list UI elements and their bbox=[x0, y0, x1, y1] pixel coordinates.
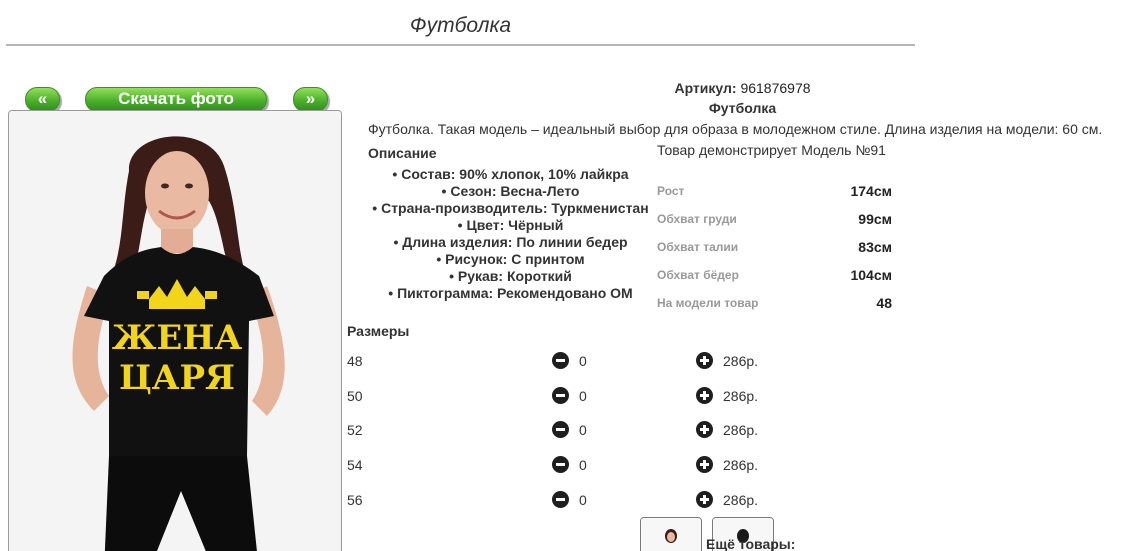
next-photo-button[interactable]: » bbox=[293, 87, 328, 112]
minus-icon[interactable] bbox=[552, 491, 569, 508]
product-photo[interactable]: ЖЕНА ЦАРЯ bbox=[8, 110, 342, 551]
minus-icon[interactable] bbox=[552, 387, 569, 404]
plus-icon[interactable] bbox=[696, 456, 713, 473]
measurement-label: Обхват бёдер bbox=[657, 268, 739, 282]
measurement-row: Обхват груди 99см bbox=[657, 208, 897, 236]
size-row: 48 0 286р. bbox=[347, 351, 807, 373]
size-quantity: 0 bbox=[579, 457, 587, 473]
measurement-value: 83см bbox=[858, 239, 892, 255]
size-number: 50 bbox=[347, 388, 363, 404]
model-illustration: ЖЕНА ЦАРЯ bbox=[9, 111, 341, 551]
size-row: 56 0 286р. bbox=[347, 490, 807, 512]
measurement-label: На модели товар bbox=[657, 296, 759, 310]
size-row: 54 0 286р. bbox=[347, 455, 807, 477]
detail-item: Рисунок: С принтом bbox=[368, 251, 653, 268]
measurement-row: На модели товар 48 bbox=[657, 292, 897, 320]
description-heading: Описание bbox=[368, 145, 437, 161]
print-text-line2: ЦАРЯ bbox=[119, 358, 235, 398]
plus-icon[interactable] bbox=[696, 352, 713, 369]
article-number: 961876978 bbox=[740, 80, 811, 96]
measurement-value: 104см bbox=[850, 267, 892, 283]
detail-item: Рукав: Короткий bbox=[368, 268, 653, 285]
size-number: 56 bbox=[347, 492, 363, 508]
size-row: 52 0 286р. bbox=[347, 420, 807, 442]
product-page: Футболка « Скачать фото » ЖЕНА ЦАРЯ Арти… bbox=[0, 0, 1126, 551]
print-text-line1: ЖЕНА bbox=[112, 318, 243, 358]
more-products-heading: Ещё товары: bbox=[706, 536, 796, 551]
size-number: 54 bbox=[347, 457, 363, 473]
measurement-row: Рост 174см bbox=[657, 180, 897, 208]
page-title: Футболка bbox=[409, 14, 512, 37]
detail-item: Цвет: Чёрный bbox=[368, 217, 653, 234]
size-quantity: 0 bbox=[579, 422, 587, 438]
measurement-value: 99см bbox=[858, 211, 892, 227]
measurement-value: 174см bbox=[850, 183, 892, 199]
prev-photo-button[interactable]: « bbox=[25, 87, 60, 112]
measurement-label: Рост bbox=[657, 184, 685, 198]
measurement-row: Обхват бёдер 104см bbox=[657, 264, 897, 292]
plus-icon[interactable] bbox=[696, 421, 713, 438]
download-photo-button[interactable]: Скачать фото bbox=[85, 87, 267, 112]
measurement-label: Обхват талии bbox=[657, 240, 739, 254]
size-quantity: 0 bbox=[579, 388, 587, 404]
thumbnail-image bbox=[641, 518, 701, 551]
sizes-heading: Размеры bbox=[347, 323, 410, 339]
product-description: Футболка. Такая модель – идеальный выбор… bbox=[368, 121, 1103, 137]
detail-item: Длина изделия: По линии бедер bbox=[368, 234, 653, 251]
article-label: Артикул: bbox=[674, 80, 737, 96]
detail-item: Пиктограмма: Рекомендовано ОМ bbox=[368, 285, 653, 302]
article-line: Артикул: 961876978 bbox=[640, 80, 845, 96]
measurement-row: Обхват талии 83см bbox=[657, 236, 897, 264]
detail-item: Сезон: Весна-Лето bbox=[368, 183, 653, 200]
detail-item: Состав: 90% хлопок, 10% лайкра bbox=[368, 166, 653, 183]
minus-icon[interactable] bbox=[552, 352, 569, 369]
measurement-value: 48 bbox=[876, 295, 892, 311]
size-price: 286р. bbox=[723, 422, 759, 438]
size-quantity: 0 bbox=[579, 353, 587, 369]
plus-icon[interactable] bbox=[696, 491, 713, 508]
size-price: 286р. bbox=[723, 492, 759, 508]
model-measurements: Рост 174см Обхват груди 99см Обхват тали… bbox=[657, 180, 897, 320]
details-list: Состав: 90% хлопок, 10% лайкра Сезон: Ве… bbox=[368, 166, 653, 302]
size-price: 286р. bbox=[723, 353, 759, 369]
size-row: 50 0 286р. bbox=[347, 386, 807, 408]
size-price: 286р. bbox=[723, 457, 759, 473]
size-number: 48 bbox=[347, 353, 363, 369]
plus-icon[interactable] bbox=[696, 387, 713, 404]
size-quantity: 0 bbox=[579, 492, 587, 508]
minus-icon[interactable] bbox=[552, 421, 569, 438]
title-divider bbox=[6, 44, 915, 46]
model-demo-text: Товар демонстрирует Модель №91 bbox=[657, 142, 886, 158]
product-thumbnail[interactable] bbox=[640, 517, 702, 551]
measurement-label: Обхват груди bbox=[657, 212, 737, 226]
product-name: Футболка bbox=[708, 100, 777, 116]
size-price: 286р. bbox=[723, 388, 759, 404]
detail-item: Страна-производитель: Туркменистан bbox=[368, 200, 653, 217]
minus-icon[interactable] bbox=[552, 456, 569, 473]
size-number: 52 bbox=[347, 422, 363, 438]
